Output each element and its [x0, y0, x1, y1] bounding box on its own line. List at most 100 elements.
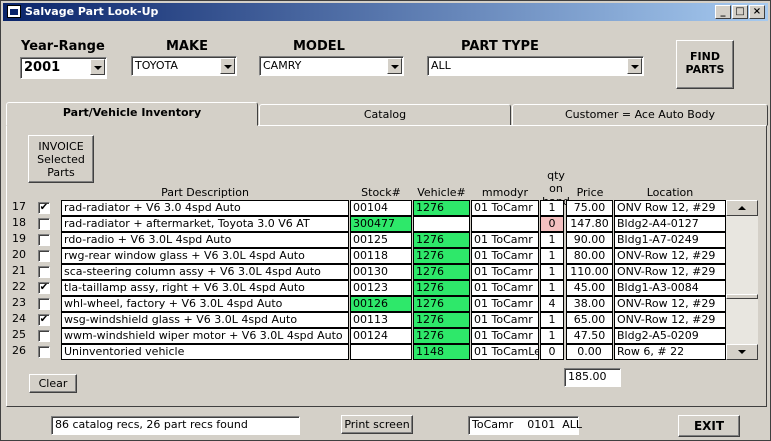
part-description-cell[interactable]: whl-wheel, factory + V6 3.0L 4spd Auto [61, 296, 349, 312]
row-checkbox[interactable] [38, 346, 50, 358]
row-checkbox[interactable]: ✔ [38, 282, 50, 294]
price-cell[interactable]: 110.00 [566, 264, 613, 280]
stock-cell[interactable]: 00130 [350, 264, 412, 280]
qty-cell[interactable]: 4 [540, 296, 564, 312]
stock-cell[interactable]: 00124 [350, 328, 412, 344]
mmodyr-cell[interactable]: 01 ToCamr [471, 280, 539, 296]
row-checkbox[interactable]: ✔ [38, 202, 50, 214]
scroll-up-button[interactable] [726, 200, 758, 216]
stock-cell[interactable]: 300477 [350, 216, 412, 232]
part-description-cell[interactable]: tla-taillamp assy, right + V6 3.0L 4spd … [61, 280, 349, 296]
qty-cell[interactable]: 1 [540, 200, 564, 216]
mmodyr-cell[interactable]: 01 ToCamr [471, 312, 539, 328]
mmodyr-cell[interactable]: 01 ToCamr [471, 328, 539, 344]
mmodyr-cell[interactable]: 01 ToCamr [471, 296, 539, 312]
stock-cell[interactable]: 00118 [350, 248, 412, 264]
qty-cell[interactable]: 1 [540, 328, 564, 344]
location-cell[interactable]: ONV Row 12, #29 [614, 200, 726, 216]
location-cell[interactable]: Bldg2-A5-0209 [614, 328, 726, 344]
price-cell[interactable]: 75.00 [566, 200, 613, 216]
scroll-thumb[interactable] [726, 294, 758, 299]
vehicle-cell[interactable]: 1276 [413, 328, 470, 344]
vehicle-cell[interactable]: 1276 [413, 296, 470, 312]
row-checkbox[interactable] [38, 218, 50, 230]
row-checkbox[interactable]: ✔ [38, 314, 50, 326]
mmodyr-cell[interactable] [471, 216, 539, 232]
tab-customer[interactable]: Customer = Ace Auto Body [512, 104, 768, 126]
location-cell[interactable]: ONV-Row 12, #29 [614, 264, 726, 280]
stock-cell[interactable]: 00113 [350, 312, 412, 328]
chevron-down-icon[interactable] [627, 58, 642, 74]
stock-cell[interactable]: 00123 [350, 280, 412, 296]
chevron-down-icon[interactable] [387, 58, 402, 74]
minimize-button[interactable]: _ [715, 5, 731, 19]
vehicle-cell[interactable] [413, 216, 470, 232]
row-checkbox[interactable] [38, 266, 50, 278]
part-description-cell[interactable]: sca-steering column assy + V6 3.0L 4spd … [61, 264, 349, 280]
price-cell[interactable]: 45.00 [566, 280, 613, 296]
vehicle-cell[interactable]: 1148 [413, 344, 470, 360]
mmodyr-cell[interactable]: 01 ToCamLe. [471, 344, 539, 360]
close-button[interactable]: × [749, 5, 765, 19]
find-parts-button[interactable]: FIND PARTS [676, 40, 734, 89]
location-cell[interactable]: Bldg2-A4-0127 [614, 216, 726, 232]
chevron-down-icon[interactable] [90, 59, 105, 75]
qty-cell[interactable]: 0 [540, 216, 564, 232]
part-description-cell[interactable]: rad-radiator + V6 3.0 4spd Auto [61, 200, 349, 216]
total-price-field[interactable]: 185.00 [564, 368, 621, 387]
part-description-cell[interactable]: wsg-windshield glass + V6 3.0L 4spd Auto [61, 312, 349, 328]
mmodyr-cell[interactable]: 01 ToCamr [471, 200, 539, 216]
year-select[interactable]: 2001 [20, 57, 107, 79]
price-cell[interactable]: 65.00 [566, 312, 613, 328]
part-description-cell[interactable]: rad-radiator + aftermarket, Toyota 3.0 V… [61, 216, 349, 232]
price-cell[interactable]: 0.00 [566, 344, 613, 360]
price-cell[interactable]: 90.00 [566, 232, 613, 248]
row-checkbox[interactable] [38, 250, 50, 262]
qty-cell[interactable]: 1 [540, 264, 564, 280]
stock-cell[interactable]: 00104 [350, 200, 412, 216]
print-screen-button[interactable]: Print screen [341, 415, 413, 434]
part-description-cell[interactable]: wwm-windshield wiper motor + V6 3.0L 4sp… [61, 328, 349, 344]
location-cell[interactable]: Bldg1-A7-0249 [614, 232, 726, 248]
location-cell[interactable]: Row 6, # 22 [614, 344, 726, 360]
location-cell[interactable]: Bldg1-A3-0084 [614, 280, 726, 296]
part-description-cell[interactable]: rdo-radio + V6 3.0L 4spd Auto [61, 232, 349, 248]
location-cell[interactable]: ONV-Row 12, #29 [614, 312, 726, 328]
invoice-button[interactable]: INVOICE Selected Parts [28, 135, 94, 183]
location-cell[interactable]: ONV-Row 12, #29 [614, 248, 726, 264]
price-cell[interactable]: 147.80 [566, 216, 613, 232]
tab-inventory[interactable]: Part/Vehicle Inventory [6, 102, 258, 126]
part-description-cell[interactable]: rwg-rear window glass + V6 3.0L 4spd Aut… [61, 248, 349, 264]
stock-cell[interactable]: 00125 [350, 232, 412, 248]
exit-button[interactable]: EXIT [678, 415, 740, 437]
row-checkbox[interactable] [38, 234, 50, 246]
vehicle-cell[interactable]: 1276 [413, 312, 470, 328]
location-cell[interactable]: ONV-Row 12, #29 [614, 296, 726, 312]
price-cell[interactable]: 80.00 [566, 248, 613, 264]
qty-cell[interactable]: 1 [540, 280, 564, 296]
stock-cell[interactable]: 00126 [350, 296, 412, 312]
mmodyr-cell[interactable]: 01 ToCamr [471, 248, 539, 264]
vehicle-cell[interactable]: 1276 [413, 232, 470, 248]
clear-button[interactable]: Clear [29, 374, 77, 393]
mmodyr-cell[interactable]: 01 ToCamr [471, 264, 539, 280]
part-type-select[interactable]: ALL [427, 56, 644, 76]
mmodyr-cell[interactable]: 01 ToCamr [471, 232, 539, 248]
part-description-cell[interactable]: Uninventoried vehicle [61, 344, 349, 360]
vehicle-cell[interactable]: 1276 [413, 200, 470, 216]
row-checkbox[interactable] [38, 330, 50, 342]
vehicle-cell[interactable]: 1276 [413, 264, 470, 280]
qty-cell[interactable]: 1 [540, 232, 564, 248]
model-select[interactable]: CAMRY [259, 56, 404, 76]
table-scrollbar[interactable] [726, 200, 758, 360]
vehicle-cell[interactable]: 1276 [413, 248, 470, 264]
chevron-down-icon[interactable] [220, 58, 235, 74]
maximize-button[interactable]: □ [732, 5, 748, 19]
tab-catalog[interactable]: Catalog [259, 104, 511, 126]
row-checkbox[interactable] [38, 298, 50, 310]
stock-cell[interactable] [350, 344, 412, 360]
vehicle-cell[interactable]: 1276 [413, 280, 470, 296]
price-cell[interactable]: 38.00 [566, 296, 613, 312]
make-select[interactable]: TOYOTA [131, 56, 237, 76]
qty-cell[interactable]: 0 [540, 344, 564, 360]
